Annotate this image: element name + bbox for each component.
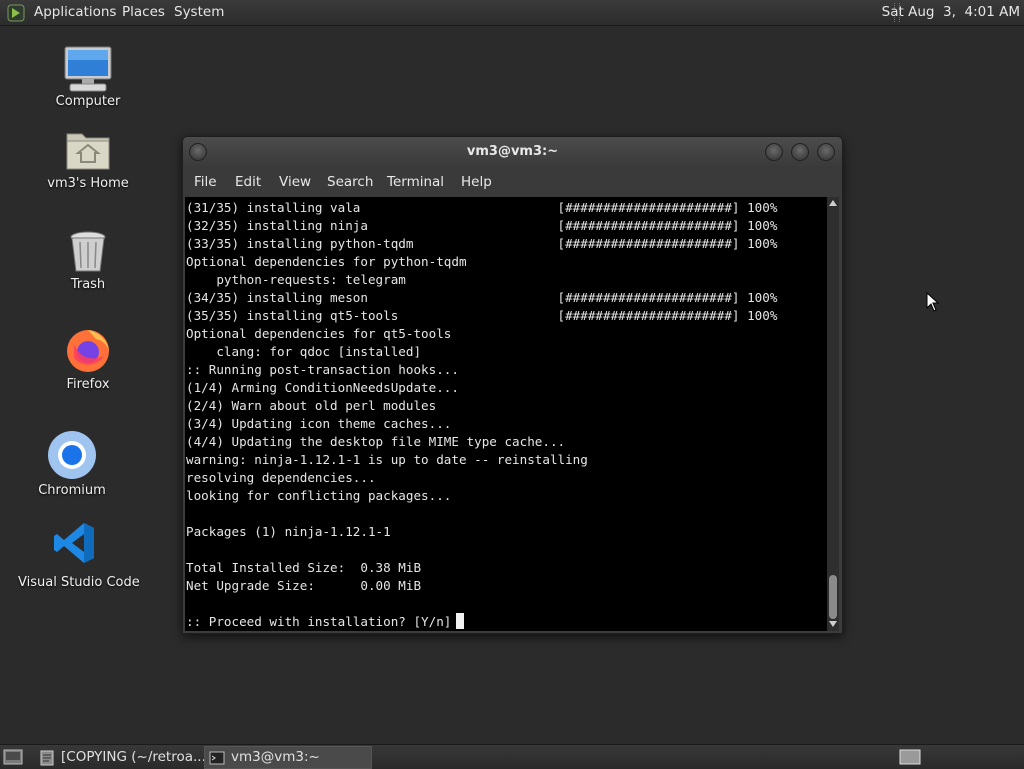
terminal-line: warning: ninja-1.12.1-1 is up to date --… — [186, 452, 588, 467]
terminal-window[interactable]: vm3@vm3:~ File Edit View Search Terminal… — [182, 136, 843, 634]
desktop-icon-label: Trash — [70, 277, 106, 292]
menu-edit[interactable]: Edit — [235, 174, 261, 190]
terminal-line: (33/35) installing python-tqdm [########… — [186, 236, 778, 251]
desktop-icon-chromium[interactable]: Chromium — [28, 430, 116, 498]
terminal-line: clang: for qdoc [installed] — [186, 344, 422, 359]
bottom-panel: [COPYING (~/retroa... vm3@vm3:~ — [0, 744, 1024, 769]
terminal-icon — [209, 751, 225, 765]
menu-search[interactable]: Search — [327, 174, 373, 190]
firefox-icon — [67, 330, 109, 372]
show-desktop-icon[interactable] — [3, 749, 23, 765]
menu-terminal[interactable]: Terminal — [387, 174, 444, 190]
terminal-line: (4/4) Updating the desktop file MIME typ… — [186, 434, 566, 449]
applications-logo-icon[interactable] — [7, 4, 25, 22]
terminal-line: Total Installed Size: 0.38 MiB — [186, 560, 422, 575]
terminal-line: (31/35) installing vala [###############… — [186, 200, 778, 215]
desktop-icon-label: Firefox — [66, 377, 110, 392]
taskbar-item-copying[interactable]: [COPYING (~/retroa... — [34, 746, 206, 769]
clock[interactable]: Sat Aug 3, 4:01 AM — [882, 4, 1020, 20]
terminal-line: Optional dependencies for qt5-tools — [186, 326, 452, 341]
window-title: vm3@vm3:~ — [466, 144, 559, 159]
workspace-switcher-icon[interactable] — [899, 749, 921, 765]
taskbar-item-label: [COPYING (~/retroa... — [61, 749, 206, 765]
terminal-line: looking for conflicting packages... — [186, 488, 452, 503]
minimize-button[interactable] — [765, 143, 783, 161]
menu-file[interactable]: File — [194, 174, 217, 190]
terminal-scrollbar[interactable] — [827, 197, 839, 631]
terminal-line: (34/35) installing meson [##############… — [186, 290, 778, 305]
terminal-line: (35/35) installing qt5-tools [##########… — [186, 308, 778, 323]
desktop-icon-label: Chromium — [38, 483, 106, 498]
terminal-prompt: :: Proceed with installation? [Y/n] — [186, 614, 452, 629]
terminal-line: resolving dependencies... — [186, 470, 376, 485]
desktop-icon-label: Visual Studio Code — [18, 575, 140, 590]
vscode-icon — [54, 523, 94, 563]
maximize-button[interactable] — [791, 143, 809, 161]
terminal-line: python-requests: telegram — [186, 272, 406, 287]
computer-icon — [64, 46, 112, 92]
terminal-line: (1/4) Arming ConditionNeedsUpdate... — [186, 380, 459, 395]
terminal-lines: (31/35) installing vala [###############… — [186, 199, 777, 631]
terminal-line: Packages (1) ninja-1.12.1-1 — [186, 524, 391, 539]
trash-icon — [70, 231, 106, 272]
taskbar-item-terminal[interactable]: vm3@vm3:~ — [204, 746, 372, 769]
terminal-line: :: Running post-transaction hooks... — [186, 362, 459, 377]
system-menu[interactable]: System — [174, 4, 224, 20]
terminal-line: (2/4) Warn about old perl modules — [186, 398, 437, 413]
applications-menu[interactable]: Applications — [34, 4, 116, 20]
places-menu[interactable]: Places — [122, 4, 165, 20]
terminal-menubar: File Edit View Search Terminal Help — [183, 167, 842, 197]
mouse-pointer-icon — [926, 292, 940, 312]
desktop-icon-trash[interactable]: Trash — [44, 230, 132, 292]
top-panel: Applications Places System Sat Aug 3, 4:… — [0, 0, 1024, 26]
desktop-icon-label: vm3's Home — [47, 176, 129, 191]
taskbar-item-label: vm3@vm3:~ — [231, 749, 320, 765]
scroll-up-arrow-icon[interactable] — [829, 200, 837, 206]
desktop-icon-label: Computer — [55, 94, 121, 109]
terminal-line: Net Upgrade Size: 0.00 MiB — [186, 578, 422, 593]
scroll-down-arrow-icon[interactable] — [829, 621, 837, 627]
desktop-icon-home[interactable]: vm3's Home — [44, 128, 132, 191]
chromium-icon — [48, 431, 96, 479]
window-titlebar[interactable]: vm3@vm3:~ — [183, 137, 842, 167]
close-button[interactable] — [817, 143, 835, 161]
text-editor-icon — [40, 750, 54, 766]
scrollbar-thumb[interactable] — [829, 575, 837, 619]
menu-help[interactable]: Help — [461, 174, 492, 190]
terminal-prompt-line: :: Proceed with installation? [Y/n] — [186, 613, 777, 631]
text-cursor — [456, 613, 465, 629]
terminal-line: (3/4) Updating icon theme caches... — [186, 416, 452, 431]
home-folder-icon — [66, 133, 110, 170]
terminal-output[interactable]: (31/35) installing vala [###############… — [185, 197, 827, 631]
terminal-line: Optional dependencies for python-tqdm — [186, 254, 467, 269]
desktop-icon-computer[interactable]: Computer — [44, 44, 132, 109]
desktop-icon-vscode[interactable]: Visual Studio Code — [18, 520, 140, 590]
menu-view[interactable]: View — [279, 174, 311, 190]
desktop-icon-firefox[interactable]: Firefox — [44, 326, 132, 392]
terminal-line: (32/35) installing ninja [##############… — [186, 218, 778, 233]
